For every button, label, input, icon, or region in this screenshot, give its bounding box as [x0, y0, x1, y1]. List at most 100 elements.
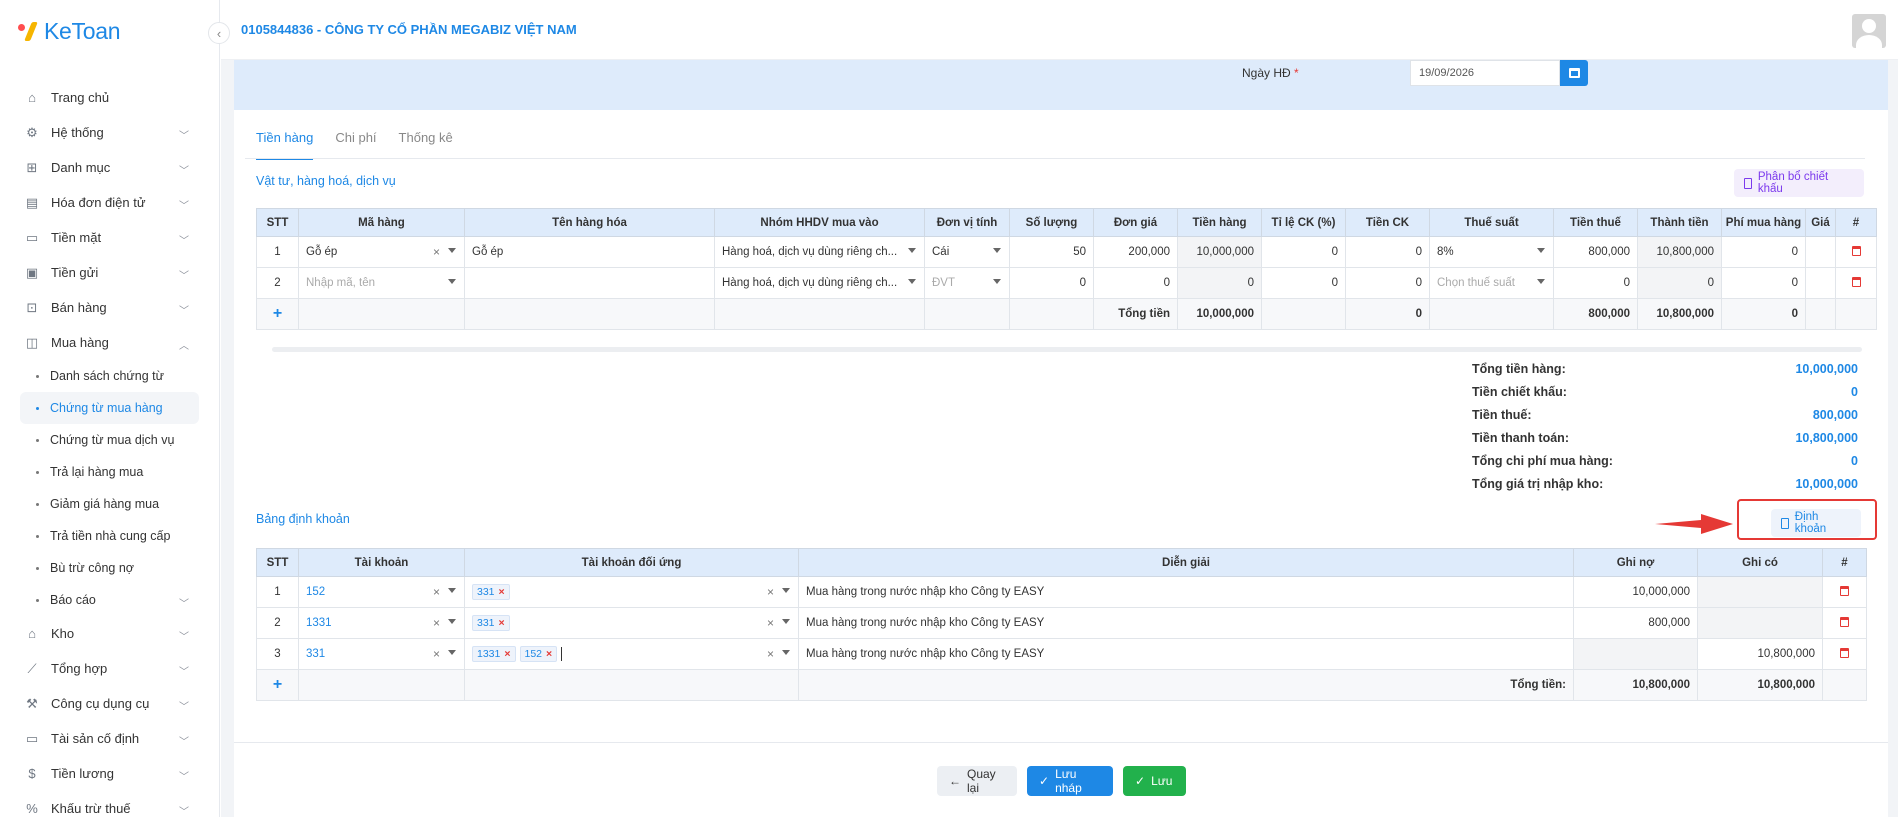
sidebar-subitem-4[interactable]: Giảm giá hàng mua: [0, 488, 219, 520]
tax-rate-select[interactable]: 8%: [1429, 236, 1554, 268]
app-logo[interactable]: KeToan: [16, 18, 121, 44]
debit-input[interactable]: 10,000,000: [1573, 576, 1698, 608]
sidebar-subitem-0[interactable]: Danh sách chứng từ: [0, 360, 219, 392]
account-select[interactable]: 331 ×: [298, 638, 465, 670]
goods-group-select[interactable]: Hàng hoá, dịch vụ dùng riêng ch...: [714, 236, 925, 268]
allocate-discount-button[interactable]: Phân bổ chiết khấu: [1734, 169, 1864, 197]
delete-row-button[interactable]: [1835, 236, 1877, 268]
add-row-button[interactable]: +: [256, 298, 299, 330]
description-input[interactable]: Mua hàng trong nước nhập kho Công ty EAS…: [798, 607, 1574, 639]
table-row: 1 152 × 331 × × Mua hàng trong nước nhập kh…: [256, 576, 1867, 608]
description-input[interactable]: Mua hàng trong nước nhập kho Công ty EAS…: [798, 576, 1574, 608]
sidebar-item-3[interactable]: ▤ Hóa đơn điện tử ﹀: [0, 185, 219, 220]
contra-account-select[interactable]: 331 × ×: [464, 576, 799, 608]
unit-price-input[interactable]: 0: [1093, 267, 1178, 299]
remove-tag-icon[interactable]: ×: [499, 617, 505, 629]
sidebar-subitem-3[interactable]: Trả lại hàng mua: [0, 456, 219, 488]
purchase-fee-input[interactable]: 0: [1721, 267, 1806, 299]
credit-input[interactable]: [1697, 607, 1823, 639]
sidebar-subitem-7[interactable]: Báo cáo ﹀: [0, 584, 219, 616]
sidebar-item-0[interactable]: ⌂ Trang chủ: [0, 80, 219, 115]
invoice-date-input[interactable]: 19/09/2026: [1410, 60, 1560, 86]
clear-icon[interactable]: ×: [767, 616, 774, 630]
sidebar-item-5[interactable]: ▣ Tiền gửi ﹀: [0, 255, 219, 290]
discount-rate-input[interactable]: 0: [1261, 267, 1346, 299]
sidebar-item-after-3[interactable]: ▭ Tài sản cố định ﹀: [0, 721, 219, 756]
sidebar-item-after-2[interactable]: ⚒ Công cụ dụng cụ ﹀: [0, 686, 219, 721]
delete-row-button[interactable]: [1822, 638, 1867, 670]
credit-input[interactable]: [1697, 576, 1823, 608]
sidebar-subitem-2[interactable]: Chứng từ mua dịch vụ: [0, 424, 219, 456]
clear-icon[interactable]: ×: [433, 616, 440, 630]
arrow-left-icon: ←: [949, 774, 961, 788]
sidebar-item-4[interactable]: ▭ Tiền mặt ﹀: [0, 220, 219, 255]
company-name: 0105844836 - CÔNG TY CỔ PHẦN MEGABIZ VIỆ…: [241, 22, 577, 37]
sidebar-item-7[interactable]: ◫ Mua hàng ︿: [0, 325, 219, 360]
clear-icon[interactable]: ×: [433, 245, 440, 259]
unit-price-input[interactable]: 200,000: [1093, 236, 1178, 268]
clear-icon[interactable]: ×: [433, 647, 440, 661]
total-thanhtien: 10,800,000: [1637, 298, 1722, 330]
sidebar-subitem-6[interactable]: Bù trừ công nợ: [0, 552, 219, 584]
chevron-down-icon: ﹀: [179, 131, 189, 142]
quantity-input[interactable]: 50: [1009, 236, 1094, 268]
sidebar-subitem-label: Trả tiền nhà cung cấp: [50, 529, 171, 543]
unit-select[interactable]: ĐVT: [924, 267, 1010, 299]
clear-icon[interactable]: ×: [767, 585, 774, 599]
tax-amount-input[interactable]: 800,000: [1553, 236, 1638, 268]
credit-input[interactable]: 10,800,000: [1697, 638, 1823, 670]
total-tienthue: 800,000: [1553, 298, 1638, 330]
purchase-fee-input[interactable]: 0: [1721, 236, 1806, 268]
clear-icon[interactable]: ×: [433, 585, 440, 599]
total-tienck: 0: [1345, 298, 1430, 330]
description-input[interactable]: Mua hàng trong nước nhập kho Công ty EAS…: [798, 638, 1574, 670]
discount-amount-input[interactable]: 0: [1345, 267, 1430, 299]
sidebar-item-2[interactable]: ⊞ Danh mục ﹀: [0, 150, 219, 185]
clear-icon[interactable]: ×: [767, 647, 774, 661]
sidebar-item-after-5[interactable]: % Khấu trừ thuế ﹀: [0, 791, 219, 826]
tab-chi-phi[interactable]: Chi phí: [335, 130, 376, 160]
remove-tag-icon[interactable]: ×: [504, 648, 510, 660]
tax-rate-select[interactable]: Chọn thuế suất: [1429, 267, 1554, 299]
tab-tien-hang[interactable]: Tiền hàng: [256, 130, 314, 160]
item-code-select[interactable]: Nhập mã, tên: [298, 267, 465, 299]
delete-row-button[interactable]: [1822, 607, 1867, 639]
sidebar-item-after-1[interactable]: ⟋ Tổng hợp ﹀: [0, 651, 219, 686]
column-header: Đơn giá: [1093, 208, 1178, 237]
user-avatar[interactable]: [1852, 14, 1886, 48]
item-name-input[interactable]: Gỗ ép: [464, 236, 715, 268]
calendar-button[interactable]: [1560, 60, 1588, 86]
discount-amount-input[interactable]: 0: [1345, 236, 1430, 268]
debit-input[interactable]: [1573, 638, 1698, 670]
unit-select[interactable]: Cái: [924, 236, 1010, 268]
back-button[interactable]: ← Quay lại: [937, 766, 1017, 796]
sidebar-item-after-4[interactable]: $ Tiền lương ﹀: [0, 756, 219, 791]
item-name-input[interactable]: [464, 267, 715, 299]
sidebar-subitem-5[interactable]: Trả tiền nhà cung cấp: [0, 520, 219, 552]
quantity-input[interactable]: 0: [1009, 267, 1094, 299]
contra-account-select[interactable]: 1331 × 152 × ×: [464, 638, 799, 670]
remove-tag-icon[interactable]: ×: [546, 648, 552, 660]
discount-rate-input[interactable]: 0: [1261, 236, 1346, 268]
remove-tag-icon[interactable]: ×: [499, 586, 505, 598]
sidebar-item-6[interactable]: ⊡ Bán hàng ﹀: [0, 290, 219, 325]
delete-row-button[interactable]: [1822, 576, 1867, 608]
tab-thong-ke[interactable]: Thống kê: [399, 130, 453, 160]
goods-group-select[interactable]: Hàng hoá, dịch vụ dùng riêng ch...: [714, 267, 925, 299]
account-select[interactable]: 1331 ×: [298, 607, 465, 639]
contra-account-select[interactable]: 331 × ×: [464, 607, 799, 639]
debit-input[interactable]: 800,000: [1573, 607, 1698, 639]
delete-row-button[interactable]: [1835, 267, 1877, 299]
horizontal-scrollbar[interactable]: [272, 347, 1862, 352]
sidebar-item-after-0[interactable]: ⌂ Kho ﹀: [0, 616, 219, 651]
sidebar-item-1[interactable]: ⚙ Hệ thống ﹀: [0, 115, 219, 150]
save-button[interactable]: ✓ Lưu: [1123, 766, 1186, 796]
collapse-sidebar-button[interactable]: ‹: [208, 22, 230, 44]
sidebar-subitem-1[interactable]: Chứng từ mua hàng: [20, 392, 199, 424]
account-select[interactable]: 152 ×: [298, 576, 465, 608]
save-draft-button[interactable]: ✓ Lưu nháp: [1027, 766, 1113, 796]
tax-amount-input[interactable]: 0: [1553, 267, 1638, 299]
item-code-select[interactable]: Gỗ ép ×: [298, 236, 465, 268]
chevron-down-icon: [1537, 279, 1545, 284]
add-row-button[interactable]: +: [256, 669, 299, 701]
